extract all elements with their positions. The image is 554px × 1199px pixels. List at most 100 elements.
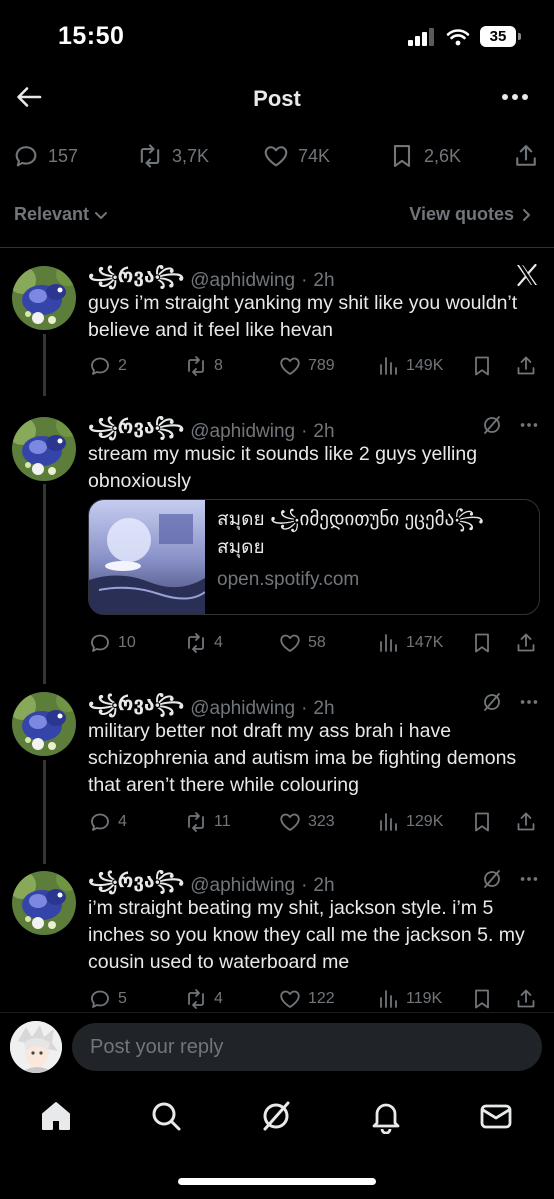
more-horizontal-icon[interactable]	[518, 868, 540, 890]
author-handle[interactable]: @aphidwing	[190, 270, 295, 292]
more-horizontal-icon[interactable]	[500, 85, 530, 109]
bookmark-button[interactable]	[470, 987, 494, 1011]
heart-icon	[278, 354, 302, 378]
bookmark-icon	[470, 810, 494, 834]
reply-button[interactable]: 5	[88, 987, 127, 1011]
author-handle[interactable]: @aphidwing	[190, 875, 295, 897]
speech-bubble-icon	[88, 354, 112, 378]
like-count-button[interactable]: 74K	[262, 142, 330, 170]
reply-count-button[interactable]: 157	[12, 142, 78, 170]
share-icon	[512, 142, 540, 170]
home-icon[interactable]	[38, 1098, 74, 1134]
avatar[interactable]	[12, 266, 76, 330]
bell-icon[interactable]	[368, 1098, 404, 1134]
heart-icon	[262, 142, 290, 170]
chevron-down-icon	[95, 211, 108, 219]
reply-button[interactable]: 10	[88, 631, 136, 655]
like-button[interactable]: 122	[278, 987, 335, 1011]
reply-button[interactable]: 2	[88, 354, 127, 378]
like-count: 789	[308, 357, 335, 374]
separator-dot: ·	[301, 270, 308, 291]
views-button[interactable]: 129K	[376, 810, 443, 834]
bar-chart-icon	[376, 354, 400, 378]
share-button[interactable]	[514, 354, 538, 378]
repost-button[interactable]: 8	[184, 354, 223, 378]
views-button[interactable]: 147K	[376, 631, 443, 655]
reply-count: 157	[48, 145, 79, 166]
grok-icon[interactable]	[480, 867, 504, 891]
share-button[interactable]	[512, 142, 540, 170]
bookmark-icon	[470, 987, 494, 1011]
divider	[0, 247, 554, 248]
bottom-tab-bar	[0, 1090, 554, 1150]
my-avatar[interactable]	[10, 1021, 62, 1073]
timestamp: 2h	[313, 875, 335, 896]
bookmark-icon	[470, 354, 494, 378]
repost-button[interactable]: 4	[184, 987, 223, 1011]
grok-icon[interactable]	[258, 1098, 294, 1134]
avatar[interactable]	[12, 692, 76, 756]
search-icon[interactable]	[148, 1098, 184, 1134]
status-icons: 35	[408, 26, 521, 47]
page-title: Post	[253, 86, 301, 111]
more-horizontal-icon[interactable]	[518, 414, 540, 436]
share-button[interactable]	[514, 810, 538, 834]
bookmark-button[interactable]	[470, 631, 494, 655]
album-art-image	[89, 500, 205, 614]
like-button[interactable]: 323	[278, 810, 335, 834]
reply-count: 2	[118, 357, 127, 374]
chevron-right-icon	[523, 208, 530, 221]
grok-icon[interactable]	[480, 413, 504, 437]
mail-icon[interactable]	[478, 1098, 514, 1134]
sort-dropdown[interactable]: Relevant	[14, 204, 109, 225]
avatar[interactable]	[12, 417, 76, 481]
bookmark-count-button[interactable]: 2,6K	[388, 142, 461, 170]
repost-icon	[184, 631, 208, 655]
bookmark-icon	[388, 142, 416, 170]
share-icon	[514, 987, 538, 1011]
tweet-actions: 4 11 323 129K	[88, 810, 540, 838]
header: Post	[0, 72, 554, 126]
reply-input[interactable]	[72, 1023, 542, 1071]
tweet-actions: 10 4 58 147K	[88, 631, 540, 659]
repost-count-button[interactable]: 3,7K	[136, 142, 209, 170]
view-count: 119K	[406, 990, 443, 1007]
reply-count: 4	[118, 813, 127, 830]
like-button[interactable]: 789	[278, 354, 335, 378]
views-button[interactable]: 149K	[376, 354, 443, 378]
reply-button[interactable]: 4	[88, 810, 127, 834]
author-handle[interactable]: @aphidwing	[190, 698, 295, 720]
separator-dot: ·	[301, 421, 308, 442]
link-preview-card[interactable]: สมุดย ꧁იმედითუნი ეცემა꧂ สมุดย open.spoti…	[88, 499, 540, 615]
views-button[interactable]: 119K	[376, 987, 442, 1011]
x-logo-icon	[517, 263, 537, 287]
card-domain: open.spotify.com	[217, 569, 360, 590]
author-handle[interactable]: @aphidwing	[190, 421, 295, 443]
tweet-corner	[480, 867, 540, 891]
share-button[interactable]	[514, 987, 538, 1011]
home-indicator	[178, 1178, 376, 1185]
repost-count: 8	[214, 357, 223, 374]
speech-bubble-icon	[88, 810, 112, 834]
bar-chart-icon	[376, 810, 400, 834]
bookmark-button[interactable]	[470, 354, 494, 378]
thread-connector	[43, 760, 46, 864]
bookmark-button[interactable]	[470, 810, 494, 834]
view-quotes-link[interactable]: View quotes	[409, 204, 534, 225]
tweet-actions: 5 4 122 119K	[88, 987, 540, 1015]
repost-icon	[136, 142, 164, 170]
reply-filter-row: Relevant View quotes	[0, 200, 554, 232]
tweet-text: guys i’m straight yanking my shit like y…	[88, 292, 518, 341]
repost-button[interactable]: 11	[184, 810, 231, 834]
status-bar: 15:50 35	[0, 0, 554, 72]
share-button[interactable]	[514, 631, 538, 655]
repost-button[interactable]: 4	[184, 631, 223, 655]
repost-icon	[184, 987, 208, 1011]
avatar[interactable]	[12, 871, 76, 935]
more-horizontal-icon[interactable]	[518, 691, 540, 713]
card-subtitle: สมุดย	[217, 537, 265, 558]
timestamp: 2h	[313, 270, 335, 291]
grok-icon[interactable]	[480, 690, 504, 714]
bar-chart-icon	[376, 987, 400, 1011]
like-button[interactable]: 58	[278, 631, 326, 655]
